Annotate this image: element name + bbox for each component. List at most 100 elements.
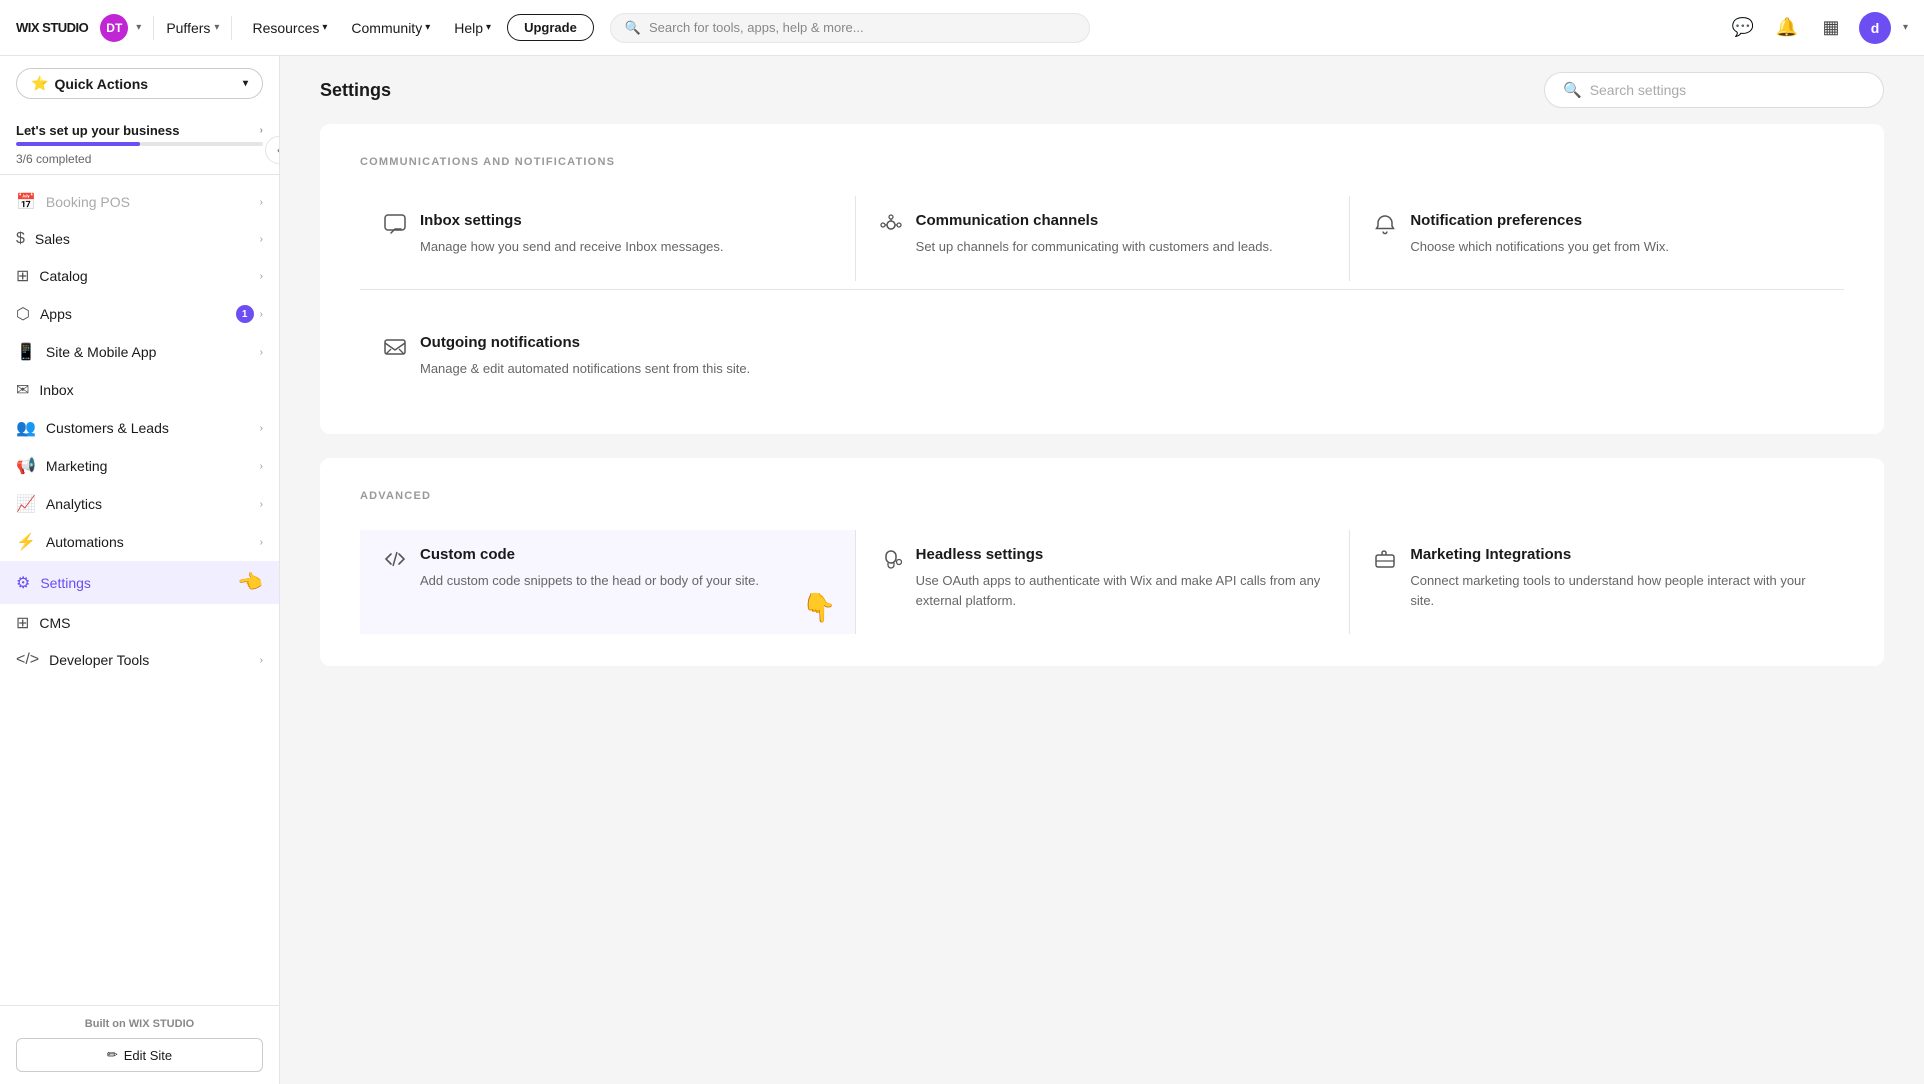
- user-chevron-icon[interactable]: ▾: [1903, 22, 1908, 33]
- site-chevron-icon: ▾: [214, 22, 219, 33]
- sidebar-item-label: Booking POS: [46, 194, 130, 210]
- bell-icon: [1374, 214, 1396, 242]
- chevron-right-icon: ›: [260, 347, 263, 358]
- users-icon: 👥: [16, 418, 36, 438]
- sidebar-item-marketing[interactable]: 📢 Marketing ›: [0, 447, 279, 485]
- community-menu[interactable]: Community ▾: [343, 16, 438, 40]
- sidebar-item-label: Apps: [40, 306, 72, 322]
- chevron-right-icon: ›: [260, 537, 263, 548]
- chevron-right-icon: ›: [260, 197, 263, 208]
- gear-icon: ⚙: [16, 573, 30, 593]
- nav-divider-2: [231, 16, 232, 40]
- sidebar-item-sales[interactable]: $ Sales ›: [0, 221, 279, 257]
- outgoing-notifications-card[interactable]: Outgoing notifications Manage & edit aut…: [360, 318, 855, 403]
- custom-code-card[interactable]: Custom code Add custom code snippets to …: [360, 530, 855, 634]
- sidebar-item-label: Marketing: [46, 458, 107, 474]
- devtools-icon: </>: [16, 651, 39, 669]
- notification-preferences-title[interactable]: Notification preferences: [1410, 212, 1669, 229]
- sidebar-item-booking-pos[interactable]: 📅 Booking POS ›: [0, 183, 279, 221]
- sidebar-item-developer-tools[interactable]: </> Developer Tools ›: [0, 642, 279, 678]
- dt-chevron-icon[interactable]: ▾: [136, 22, 141, 33]
- sidebar-item-cms[interactable]: ⊞ CMS: [0, 604, 279, 642]
- custom-code-title[interactable]: Custom code: [420, 546, 759, 563]
- briefcase-icon: [1374, 548, 1396, 576]
- help-chevron-icon: ▾: [486, 22, 491, 33]
- chevron-right-icon: ›: [260, 461, 263, 472]
- notifications-icon[interactable]: 🔔: [1771, 12, 1803, 44]
- global-search[interactable]: 🔍 Search for tools, apps, help & more...: [610, 13, 1090, 43]
- megaphone-icon: 📢: [16, 456, 36, 476]
- page-header: Settings 🔍 Search settings: [280, 56, 1924, 124]
- sidebar-item-label: Analytics: [46, 496, 102, 512]
- marketing-integrations-title[interactable]: Marketing Integrations: [1410, 546, 1820, 563]
- setup-chevron-icon: ›: [260, 125, 263, 136]
- marketing-integrations-desc: Connect marketing tools to understand ho…: [1410, 571, 1820, 610]
- settings-body: COMMUNICATIONS AND NOTIFICATIONS Inbox s…: [280, 124, 1924, 730]
- code-icon: [384, 548, 406, 576]
- user-account-avatar[interactable]: d: [1859, 12, 1891, 44]
- sidebar-item-catalog[interactable]: ⊞ Catalog ›: [0, 257, 279, 295]
- site-selector[interactable]: Puffers ▾: [166, 20, 219, 36]
- sidebar-item-automations[interactable]: ⚡ Automations ›: [0, 523, 279, 561]
- search-settings-placeholder: Search settings: [1590, 82, 1687, 98]
- sidebar-item-label: Customers & Leads: [46, 420, 169, 436]
- sidebar-item-customers-leads[interactable]: 👥 Customers & Leads ›: [0, 409, 279, 447]
- community-label: Community: [351, 20, 422, 36]
- communication-channels-title[interactable]: Communication channels: [916, 212, 1273, 229]
- messages-icon[interactable]: 💬: [1727, 12, 1759, 44]
- marketing-integrations-card[interactable]: Marketing Integrations Connect marketing…: [1349, 530, 1844, 634]
- cms-icon: ⊞: [16, 613, 29, 633]
- headless-icon: [880, 548, 902, 576]
- search-icon: 🔍: [625, 20, 641, 36]
- sidebar-top: ⭐ Quick Actions ▾: [0, 56, 279, 111]
- headless-settings-card[interactable]: Headless settings Use OAuth apps to auth…: [855, 530, 1350, 634]
- built-on-label: Built on WIX STUDIO: [16, 1018, 263, 1030]
- user-avatar-dt[interactable]: DT: [100, 14, 128, 42]
- chevron-right-icon: ›: [260, 234, 263, 245]
- notification-preferences-card[interactable]: Notification preferences Choose which no…: [1349, 196, 1844, 281]
- nav-divider: [153, 16, 154, 40]
- communication-channels-card[interactable]: Communication channels Set up channels f…: [855, 196, 1350, 281]
- sidebar-item-analytics[interactable]: 📈 Analytics ›: [0, 485, 279, 523]
- setup-status: 3/6 completed: [16, 152, 263, 166]
- sidebar-item-label: Automations: [46, 534, 124, 550]
- top-navigation: WIX STUDIO DT ▾ Puffers ▾ Resources ▾ Co…: [0, 0, 1924, 56]
- chevron-right-icon: ›: [260, 423, 263, 434]
- inbox-settings-card[interactable]: Inbox settings Manage how you send and r…: [360, 196, 855, 281]
- sidebar-item-site-mobile[interactable]: 📱 Site & Mobile App ›: [0, 333, 279, 371]
- inbox-settings-title[interactable]: Inbox settings: [420, 212, 724, 229]
- edit-site-button[interactable]: ✏ Edit Site: [16, 1038, 263, 1072]
- headless-settings-title[interactable]: Headless settings: [916, 546, 1326, 563]
- resources-label: Resources: [252, 20, 319, 36]
- search-icon: 🔍: [1563, 81, 1582, 99]
- settings-search-input[interactable]: 🔍 Search settings: [1544, 72, 1884, 108]
- upgrade-button[interactable]: Upgrade: [507, 14, 594, 41]
- outgoing-notifications-desc: Manage & edit automated notifications se…: [420, 359, 750, 379]
- quick-actions-button[interactable]: ⭐ Quick Actions ▾: [16, 68, 263, 99]
- page-title: Settings: [320, 80, 391, 101]
- dashboard-icon[interactable]: ▦: [1815, 12, 1847, 44]
- advanced-cards: Custom code Add custom code snippets to …: [360, 530, 1844, 634]
- outgoing-cards: Outgoing notifications Manage & edit aut…: [360, 318, 1844, 403]
- cards-divider: [360, 289, 1844, 290]
- headless-settings-desc: Use OAuth apps to authenticate with Wix …: [916, 571, 1326, 610]
- sidebar-item-apps[interactable]: ⬡ Apps 1 ›: [0, 295, 279, 333]
- sidebar-item-settings[interactable]: ⚙ Settings 👈: [0, 561, 279, 604]
- logo-text: WIX STUDIO: [16, 20, 88, 35]
- help-menu[interactable]: Help ▾: [446, 16, 499, 40]
- wix-logo: WIX STUDIO: [16, 20, 88, 35]
- resources-menu[interactable]: Resources ▾: [244, 16, 335, 40]
- section-label-communications: COMMUNICATIONS AND NOTIFICATIONS: [360, 156, 1844, 168]
- setup-title: Let's set up your business ›: [16, 123, 263, 138]
- chat-icon: [384, 214, 406, 242]
- sidebar-item-inbox[interactable]: ✉ Inbox: [0, 371, 279, 409]
- pencil-icon: ✏: [107, 1047, 118, 1063]
- setup-bar[interactable]: Let's set up your business › 3/6 complet…: [0, 111, 279, 175]
- outgoing-notifications-title[interactable]: Outgoing notifications: [420, 334, 750, 351]
- inbox-settings-desc: Manage how you send and receive Inbox me…: [420, 237, 724, 257]
- advanced-section: ADVANCED Custom code Add custom code sni…: [320, 458, 1884, 666]
- network-icon: [880, 214, 902, 242]
- sidebar-item-label: Sales: [35, 231, 70, 247]
- sidebar-item-label: Inbox: [39, 382, 73, 398]
- app-layout: ⭐ Quick Actions ▾ Let's set up your busi…: [0, 0, 1924, 1084]
